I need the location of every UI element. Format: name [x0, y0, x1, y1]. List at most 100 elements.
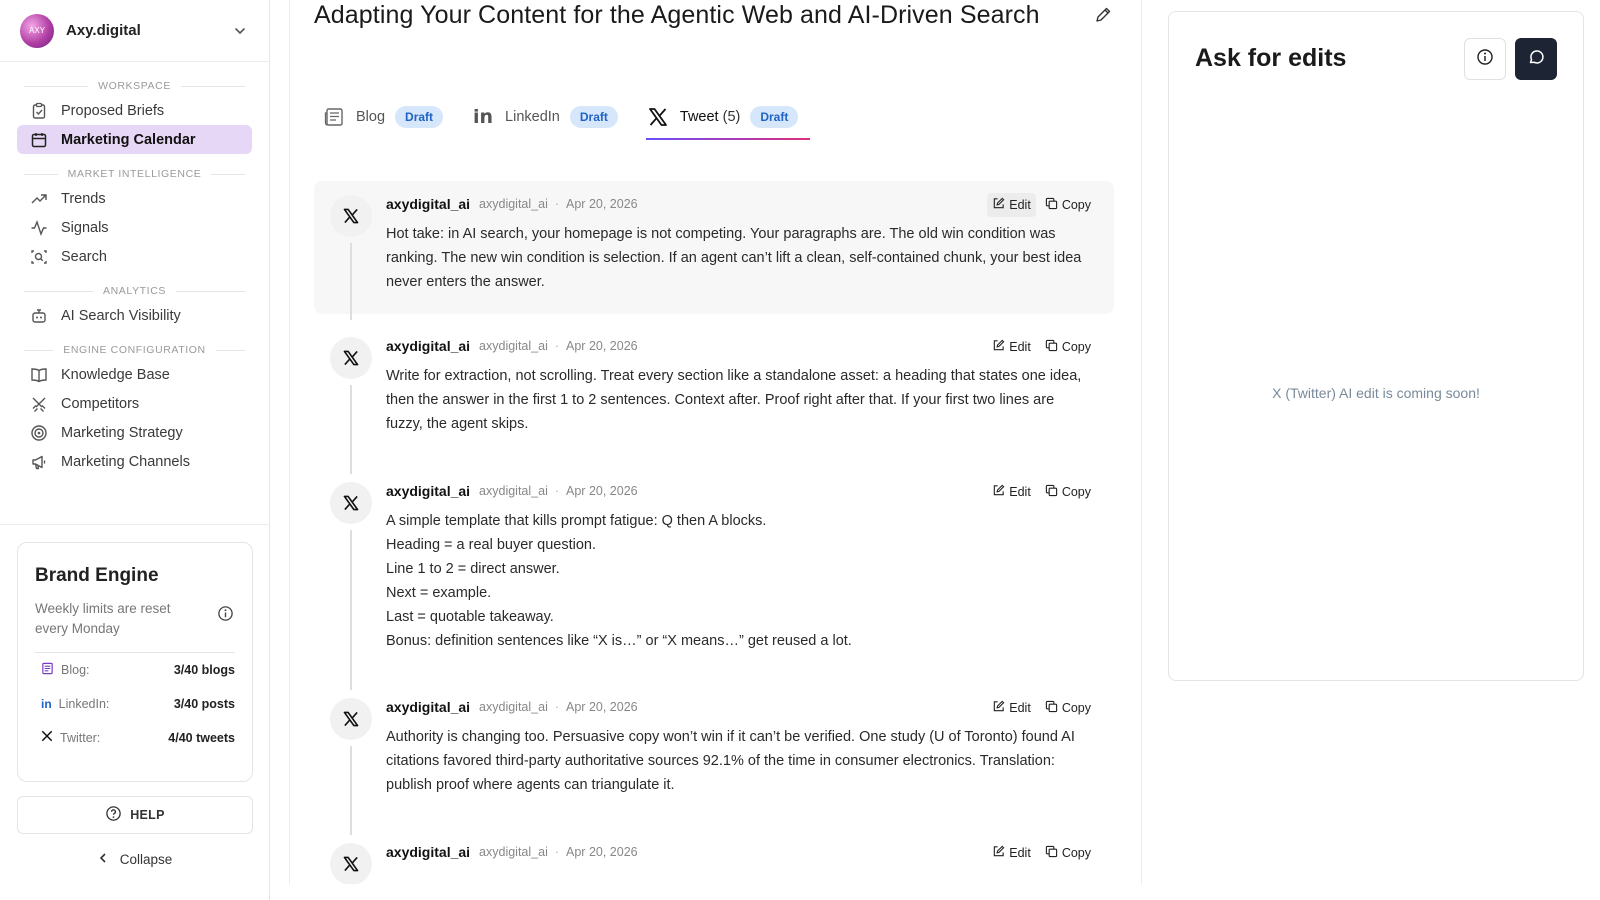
quota-row-twitter: Twitter: 4/40 tweets [35, 721, 235, 755]
sidebar-item-marketing-strategy[interactable]: Marketing Strategy [17, 418, 252, 447]
separator-dot: · [554, 339, 560, 353]
copy-icon [1045, 845, 1058, 861]
copy-icon [1045, 700, 1058, 716]
sidebar-item-marketing-channels[interactable]: Marketing Channels [17, 447, 252, 476]
tweet-handle: axydigital_ai [479, 197, 548, 211]
collapse-button[interactable]: Collapse [0, 852, 270, 867]
tweet-card: axydigital_ai axydigital_ai · Apr 20, 20… [314, 829, 1114, 884]
copy-button[interactable]: Copy [1040, 193, 1096, 217]
blog-icon [41, 662, 54, 678]
sidebar-item-marketing-calendar[interactable]: Marketing Calendar [17, 125, 252, 154]
tweet-actions: Edit Copy [987, 193, 1096, 217]
sidebar-item-label: Marketing Strategy [61, 424, 183, 441]
tab-blog[interactable]: Blog Draft [322, 98, 449, 136]
info-button[interactable] [1464, 38, 1506, 80]
tweet-line: Heading = a real buyer question. [386, 537, 596, 553]
pencil-icon[interactable] [1092, 4, 1114, 26]
help-button[interactable]: HELP [17, 796, 253, 834]
tweet-handle: axydigital_ai [479, 845, 548, 859]
tweet-line: A simple template that kills prompt fati… [386, 513, 767, 529]
brand-engine-card: Brand Engine Weekly limits are reset eve… [17, 542, 253, 782]
quota-label: Twitter: [60, 730, 101, 745]
tab-linkedin[interactable]: in LinkedIn Draft [471, 98, 624, 136]
info-icon[interactable] [217, 605, 235, 623]
book-open-icon [29, 365, 49, 385]
edit-icon [992, 339, 1005, 355]
copy-button[interactable]: Copy [1040, 335, 1096, 359]
copy-label: Copy [1061, 340, 1091, 354]
edit-button[interactable]: Edit [987, 696, 1036, 720]
edit-label: Edit [1009, 846, 1031, 860]
activity-icon [29, 218, 49, 238]
edit-icon [992, 197, 1005, 213]
sidebar-item-trends[interactable]: Trends [17, 184, 252, 213]
edit-button[interactable]: Edit [987, 335, 1036, 359]
linkedin-icon: in [41, 696, 52, 711]
sidebar-item-proposed-briefs[interactable]: Proposed Briefs [17, 96, 252, 125]
tweet-line: Last = quotable takeaway. [386, 609, 554, 625]
chat-button[interactable] [1515, 38, 1557, 80]
x-logo-icon [330, 843, 372, 884]
chevron-down-icon[interactable] [231, 22, 249, 40]
edit-label: Edit [1009, 198, 1031, 212]
ask-for-edits-panel: Ask for edits X (Twitter) AI edit is com… [1168, 11, 1584, 681]
tab-tweet[interactable]: Tweet (5) Draft [645, 98, 811, 140]
status-badge: Draft [395, 106, 444, 128]
sidebar-item-label: Marketing Channels [61, 453, 190, 470]
copy-button[interactable]: Copy [1040, 841, 1096, 865]
x-logo-icon [330, 337, 372, 379]
quota-label: Blog: [61, 662, 90, 677]
tweet-actions: Edit Copy [987, 480, 1096, 504]
sidebar-item-knowledge-base[interactable]: Knowledge Base [17, 360, 252, 389]
edit-button[interactable]: Edit [987, 480, 1036, 504]
megaphone-icon [29, 452, 49, 472]
sidebar-item-search[interactable]: Search [17, 242, 252, 271]
tweet-card: axydigital_ai axydigital_ai · Apr 20, 20… [314, 181, 1114, 320]
thread-line [350, 385, 352, 474]
collapse-label: Collapse [119, 852, 173, 867]
workspace-avatar: AXY [20, 13, 54, 48]
sidebar-item-label: Signals [61, 219, 109, 236]
tweet-actions: Edit Copy [987, 841, 1096, 865]
copy-button[interactable]: Copy [1040, 696, 1096, 720]
sidebar-divider [0, 524, 270, 525]
tweet-username: axydigital_ai [386, 338, 471, 354]
page-title: Adapting Your Content for the Agentic We… [314, 0, 1040, 29]
thread-line [350, 530, 352, 690]
sidebar: AXY Axy.digital WORKSPACE Proposed Brief… [0, 0, 270, 900]
quota-value: 3/40 blogs [173, 662, 235, 677]
sidebar-item-label: Competitors [61, 395, 140, 412]
separator-dot: · [554, 197, 560, 211]
sidebar-item-signals[interactable]: Signals [17, 213, 252, 242]
linkedin-icon: in [473, 106, 494, 128]
panel-title: Ask for edits [1195, 44, 1347, 72]
section-label-analytics: ANALYTICS [24, 285, 245, 297]
tab-label: Tweet (5) [680, 109, 740, 125]
tweet-feed: axydigital_ai axydigital_ai · Apr 20, 20… [314, 181, 1114, 884]
section-label-market-intelligence: MARKET INTELLIGENCE [24, 168, 245, 180]
x-logo-icon [330, 698, 372, 740]
workspace-avatar-text: AXY [28, 26, 45, 35]
tweet-actions: Edit Copy [987, 696, 1096, 720]
quota-value: 3/40 posts [173, 696, 235, 711]
tweet-text: Hot take: in AI search, your homepage is… [386, 222, 1094, 294]
section-label-engine-configuration: ENGINE CONFIGURATION [24, 344, 245, 356]
sidebar-item-competitors[interactable]: Competitors [17, 389, 252, 418]
edit-button[interactable]: Edit [987, 841, 1036, 865]
workspace-switcher[interactable]: AXY Axy.digital [0, 0, 269, 62]
thread-line [350, 746, 352, 835]
edit-button[interactable]: Edit [987, 193, 1036, 217]
copy-button[interactable]: Copy [1040, 480, 1096, 504]
sidebar-item-label: Proposed Briefs [61, 102, 165, 119]
quota-label: LinkedIn: [58, 696, 110, 711]
sidebar-item-label: AI Search Visibility [61, 307, 181, 324]
tweet-text: Authority is changing too. Persuasive co… [386, 725, 1094, 797]
help-circle-icon [105, 805, 122, 825]
content-tabs: Blog Draft in LinkedIn Draft Tweet (5) D… [322, 96, 826, 140]
tweet-username: axydigital_ai [386, 844, 471, 860]
copy-label: Copy [1061, 701, 1091, 715]
copy-icon [1045, 484, 1058, 500]
title-row: Adapting Your Content for the Agentic We… [314, 0, 1114, 30]
swords-icon [29, 394, 49, 414]
sidebar-item-ai-search-visibility[interactable]: AI Search Visibility [17, 301, 252, 330]
